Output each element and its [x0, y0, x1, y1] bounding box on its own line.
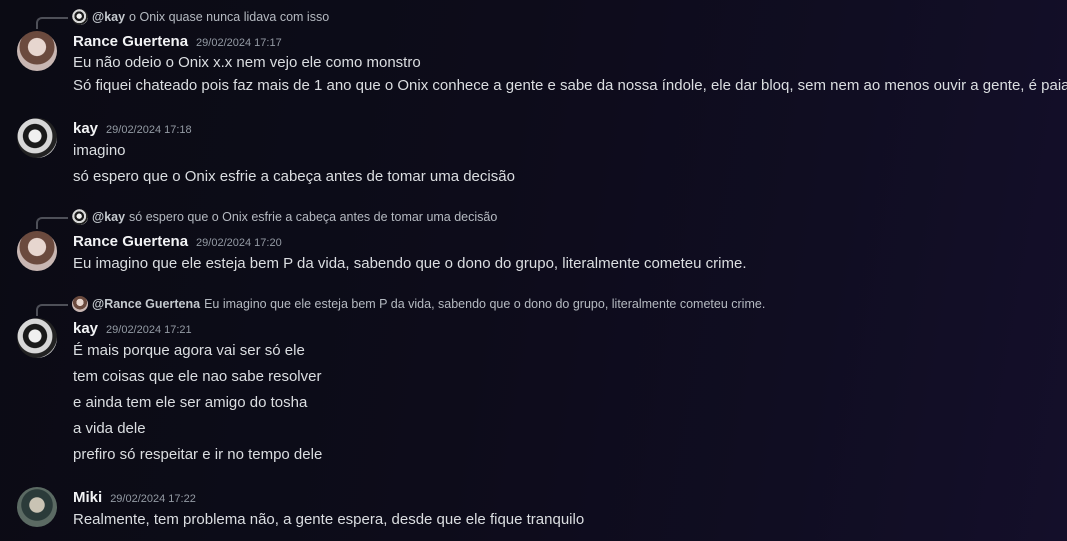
reply-avatar	[72, 209, 88, 225]
message-text: tem coisas que ele nao sabe resolver	[73, 368, 322, 385]
timestamp: 29/02/2024 17:22	[110, 493, 196, 505]
message-text: a vida dele	[73, 420, 146, 437]
timestamp: 29/02/2024 17:20	[196, 237, 282, 249]
reply-text: Eu imagino que ele esteja bem P da vida,…	[204, 297, 766, 311]
username[interactable]: Rance Guertena	[73, 33, 188, 50]
reply-avatar	[72, 9, 88, 25]
avatar[interactable]	[17, 31, 57, 71]
reply-avatar	[72, 296, 88, 312]
username[interactable]: kay	[73, 320, 98, 337]
avatar[interactable]	[17, 318, 57, 358]
reply-text: só espero que o Onix esfrie a cabeça ant…	[129, 210, 498, 224]
reply-author: @kay	[92, 10, 126, 24]
username[interactable]: kay	[73, 120, 98, 137]
reply-author: @Rance Guertena	[92, 297, 201, 311]
avatar[interactable]	[17, 118, 57, 158]
message-text: Eu imagino que ele esteja bem P da vida,…	[73, 255, 747, 272]
message-header: Miki 29/02/2024 17:22	[73, 489, 196, 509]
message-text: Realmente, tem problema não, a gente esp…	[73, 511, 585, 528]
reply-preview[interactable]: @Rance Guertena Eu imagino que ele estej…	[72, 295, 765, 313]
message-text: e ainda tem ele ser amigo do tosha	[73, 394, 308, 411]
timestamp: 29/02/2024 17:17	[196, 37, 282, 49]
message-text: É mais porque agora vai ser só ele	[73, 342, 305, 359]
timestamp: 29/02/2024 17:21	[106, 324, 192, 336]
message-text: imagino	[73, 142, 126, 159]
message-header: kay 29/02/2024 17:18	[73, 120, 192, 140]
avatar[interactable]	[17, 231, 57, 271]
reply-preview[interactable]: @kay só espero que o Onix esfrie a cabeç…	[72, 208, 497, 226]
reply-preview[interactable]: @kay o Onix quase nunca lidava com isso	[72, 8, 329, 26]
reply-text: o Onix quase nunca lidava com isso	[129, 10, 330, 24]
username[interactable]: Rance Guertena	[73, 233, 188, 250]
reply-spine	[36, 304, 68, 316]
message-text: Eu não odeio o Onix x.x nem vejo ele com…	[73, 54, 421, 71]
timestamp: 29/02/2024 17:18	[106, 124, 192, 136]
avatar[interactable]	[17, 487, 57, 527]
reply-spine	[36, 217, 68, 229]
username[interactable]: Miki	[73, 489, 102, 506]
reply-spine	[36, 17, 68, 29]
message-text: Só fiquei chateado pois faz mais de 1 an…	[73, 77, 1067, 94]
message-text: só espero que o Onix esfrie a cabeça ant…	[73, 168, 515, 185]
message-header: Rance Guertena 29/02/2024 17:17	[73, 33, 282, 53]
message-header: kay 29/02/2024 17:21	[73, 320, 192, 340]
reply-author: @kay	[92, 210, 126, 224]
message-text: prefiro só respeitar e ir no tempo dele	[73, 446, 323, 463]
message-header: Rance Guertena 29/02/2024 17:20	[73, 233, 282, 253]
